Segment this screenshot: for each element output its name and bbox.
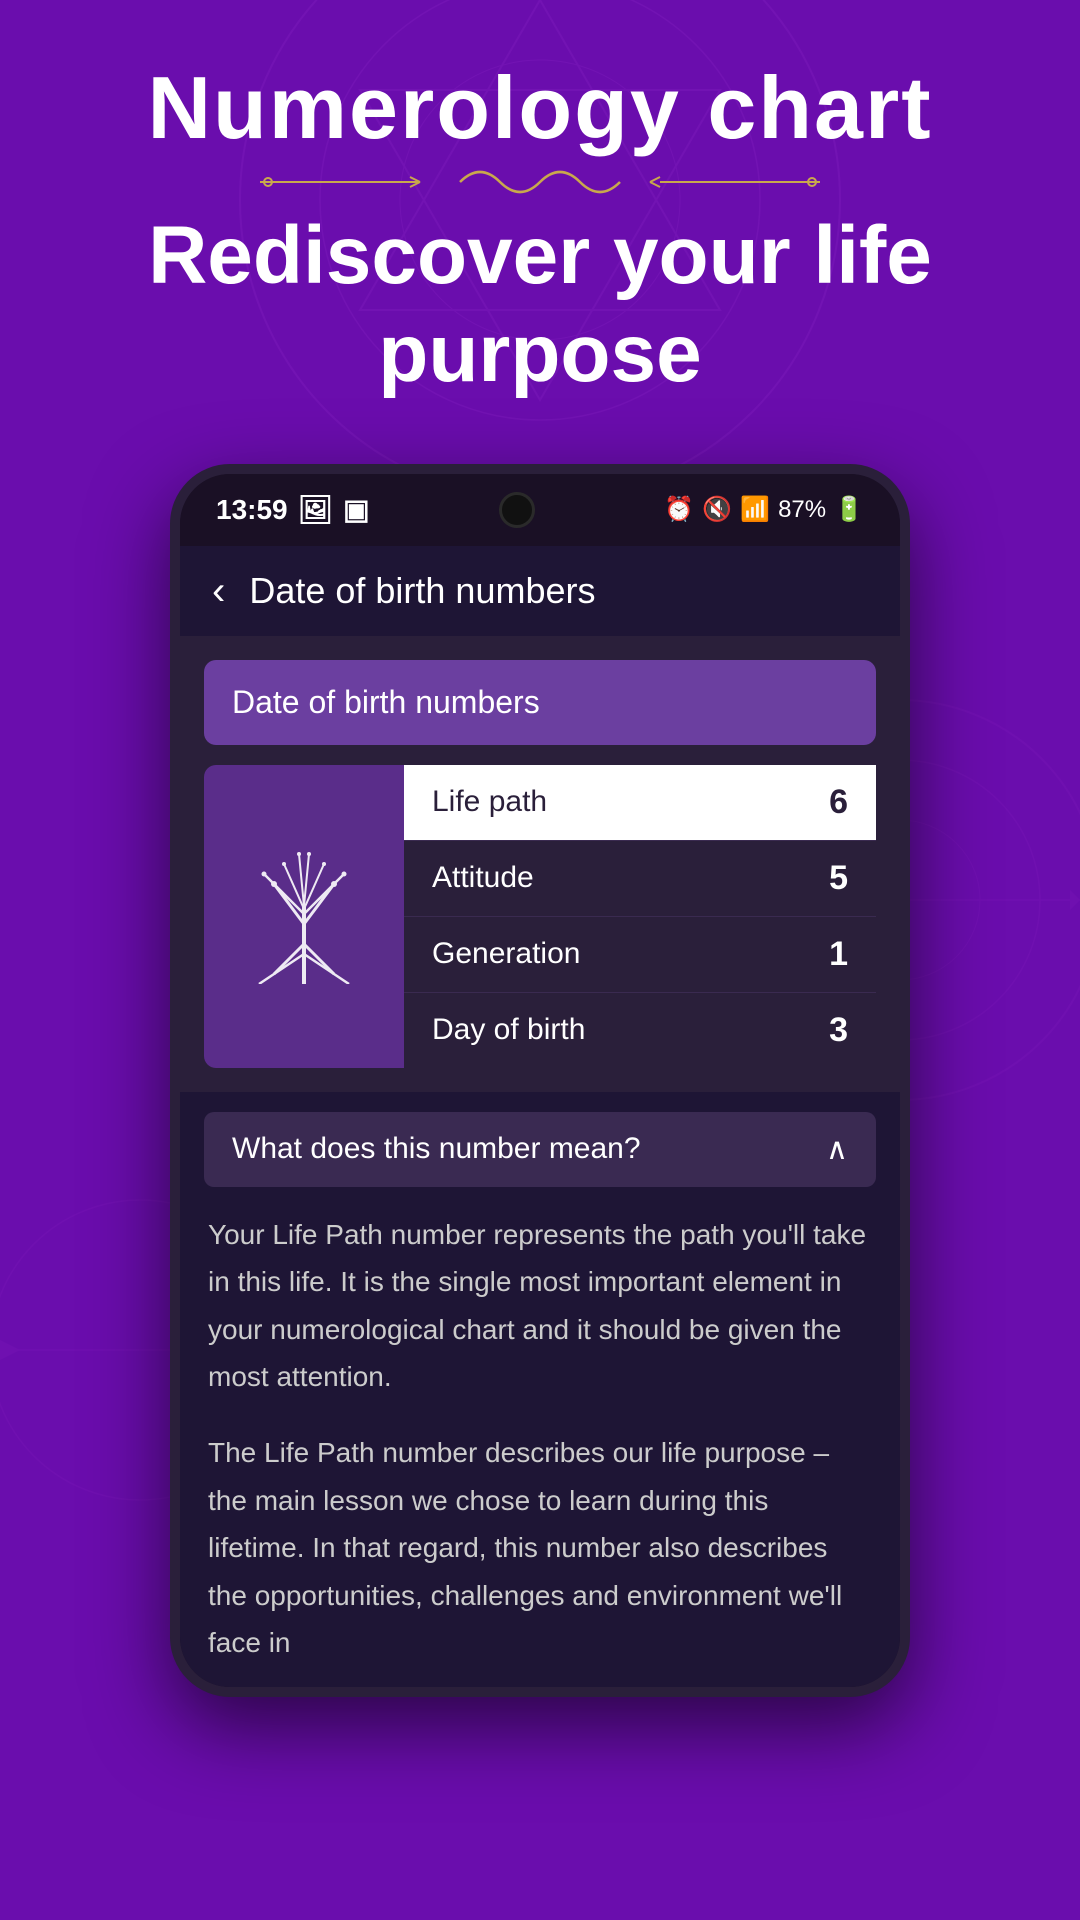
nav-title: Date of birth numbers	[249, 570, 595, 612]
wifi-icon: 📶	[740, 495, 770, 524]
nav-bar: ‹ Date of birth numbers	[180, 546, 900, 636]
day-of-birth-value: 3	[829, 1011, 848, 1050]
day-of-birth-label: Day of birth	[432, 1013, 585, 1047]
explanation-paragraph-2: The Life Path number describes our life …	[208, 1429, 872, 1667]
chevron-up-icon: ∧	[826, 1132, 848, 1167]
battery-icon: 🔋	[834, 495, 864, 524]
number-row-life-path[interactable]: Life path 6	[404, 765, 876, 841]
mute-icon: 🔇	[702, 495, 732, 524]
explanation-section: What does this number mean? ∧ Your Life …	[180, 1092, 900, 1687]
back-button[interactable]: ‹	[212, 571, 225, 611]
screen-record-icon: ▣	[343, 493, 369, 526]
battery-text: 87%	[778, 496, 826, 524]
number-row-day-of-birth[interactable]: Day of birth 3	[404, 993, 876, 1068]
life-path-label: Life path	[432, 785, 547, 819]
attitude-label: Attitude	[432, 861, 534, 895]
life-path-value: 6	[829, 783, 848, 822]
gallery-icon: 🖼	[298, 493, 334, 526]
expand-bar[interactable]: What does this number mean? ∧	[204, 1112, 876, 1187]
numbers-grid: Life path 6 Attitude 5 Generation 1	[204, 765, 876, 1068]
section-header: Date of birth numbers	[204, 660, 876, 745]
phone-content: Date of birth numbers	[180, 636, 900, 1092]
number-row-attitude[interactable]: Attitude 5	[404, 841, 876, 917]
generation-label: Generation	[432, 937, 580, 971]
section-header-text: Date of birth numbers	[232, 684, 540, 720]
alarm-icon: ⏰	[664, 495, 694, 524]
page-subtitle: Rediscover your life purpose	[40, 207, 1040, 444]
generation-value: 1	[829, 935, 848, 974]
explanation-body: Your Life Path number represents the pat…	[204, 1211, 876, 1667]
phone-mockup: 13:59 🖼 ▣ ⏰ 🔇 📶 87% 🔋 ‹ Date of birth nu…	[170, 464, 910, 1697]
app-title: Numerology chart	[40, 60, 1040, 157]
numbers-list: Life path 6 Attitude 5 Generation 1	[404, 765, 876, 1068]
camera-notch	[499, 492, 535, 528]
expand-bar-label: What does this number mean?	[232, 1132, 641, 1166]
number-row-generation[interactable]: Generation 1	[404, 917, 876, 993]
icon-panel	[204, 765, 404, 1068]
status-bar: 13:59 🖼 ▣ ⏰ 🔇 📶 87% 🔋	[180, 474, 900, 546]
tree-of-life-icon	[244, 844, 364, 989]
attitude-value: 5	[829, 859, 848, 898]
explanation-paragraph-1: Your Life Path number represents the pat…	[208, 1211, 872, 1401]
status-time: 13:59	[216, 494, 288, 526]
